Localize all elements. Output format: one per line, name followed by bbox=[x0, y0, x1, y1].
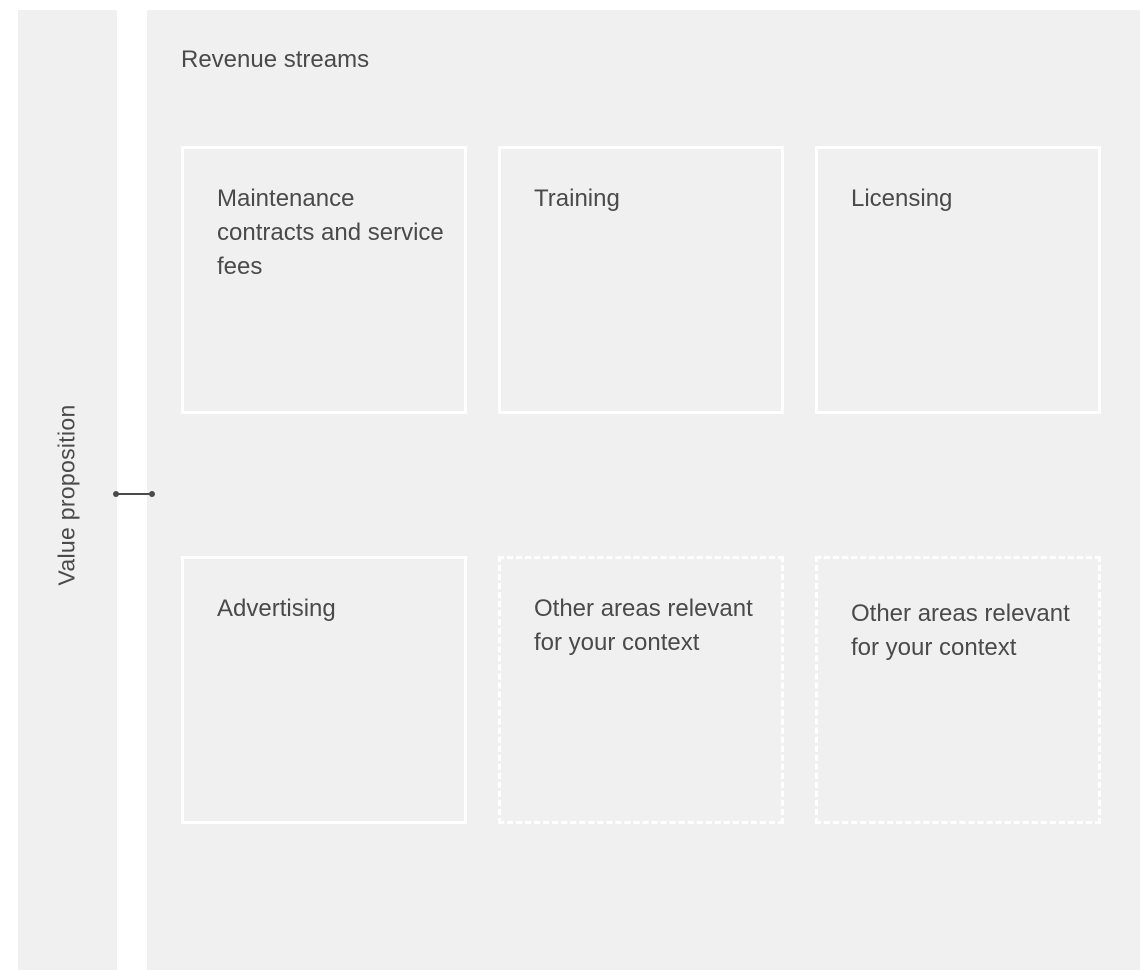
card-advertising: Advertising bbox=[181, 556, 467, 824]
connector-line bbox=[113, 491, 155, 497]
revenue-streams-title: Revenue streams bbox=[181, 46, 370, 73]
card-other-areas-2: Other areas relevant for your context bbox=[815, 556, 1101, 824]
value-proposition-label: Value proposition bbox=[53, 404, 80, 586]
card-other-areas-1: Other areas relevant for your context bbox=[498, 556, 784, 824]
card-training: Training bbox=[498, 146, 784, 414]
card-maintenance-contracts: Maintenance contracts and service fees bbox=[181, 146, 467, 414]
connector-end-dot bbox=[149, 491, 155, 497]
card-licensing: Licensing bbox=[815, 146, 1101, 414]
connector-start-dot bbox=[113, 491, 119, 497]
